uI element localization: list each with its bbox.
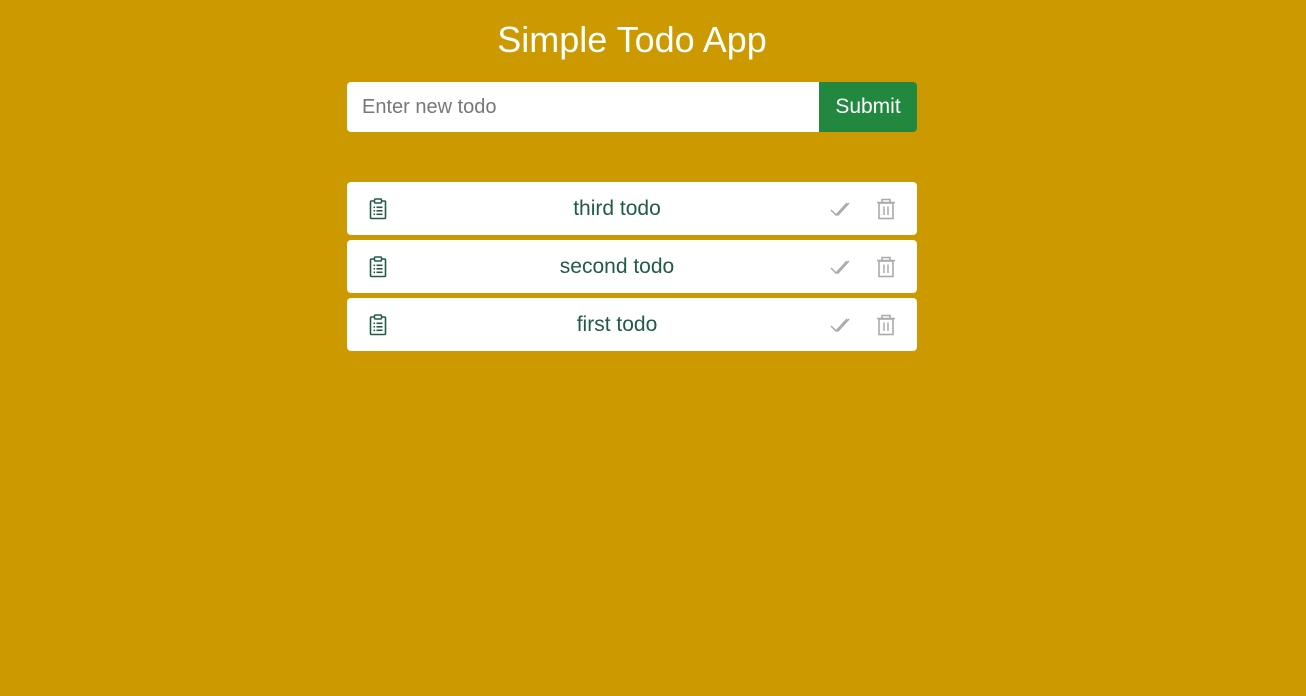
page-title: Simple Todo App xyxy=(497,19,767,60)
todo-list: third todo second todo first todo xyxy=(347,182,917,356)
trash-icon[interactable] xyxy=(875,313,897,337)
new-todo-input[interactable] xyxy=(347,82,819,132)
todo-text: second todo xyxy=(559,255,675,278)
todo-item: third todo xyxy=(347,182,917,235)
todo-item: second todo xyxy=(347,240,917,293)
complete-check-icon[interactable] xyxy=(830,198,854,220)
trash-icon[interactable] xyxy=(875,197,897,221)
trash-icon[interactable] xyxy=(875,255,897,279)
complete-check-icon[interactable] xyxy=(830,256,854,278)
new-todo-form: Submit xyxy=(347,82,917,132)
todo-item: first todo xyxy=(347,298,917,351)
todo-text: third todo xyxy=(573,197,661,220)
todo-app: Simple Todo App Submit third todo xyxy=(0,0,1306,696)
clipboard-icon xyxy=(368,256,388,278)
clipboard-icon xyxy=(368,314,388,336)
clipboard-icon xyxy=(368,198,388,220)
todo-text: first todo xyxy=(576,313,658,336)
submit-button[interactable]: Submit xyxy=(819,82,917,132)
complete-check-icon[interactable] xyxy=(830,314,854,336)
